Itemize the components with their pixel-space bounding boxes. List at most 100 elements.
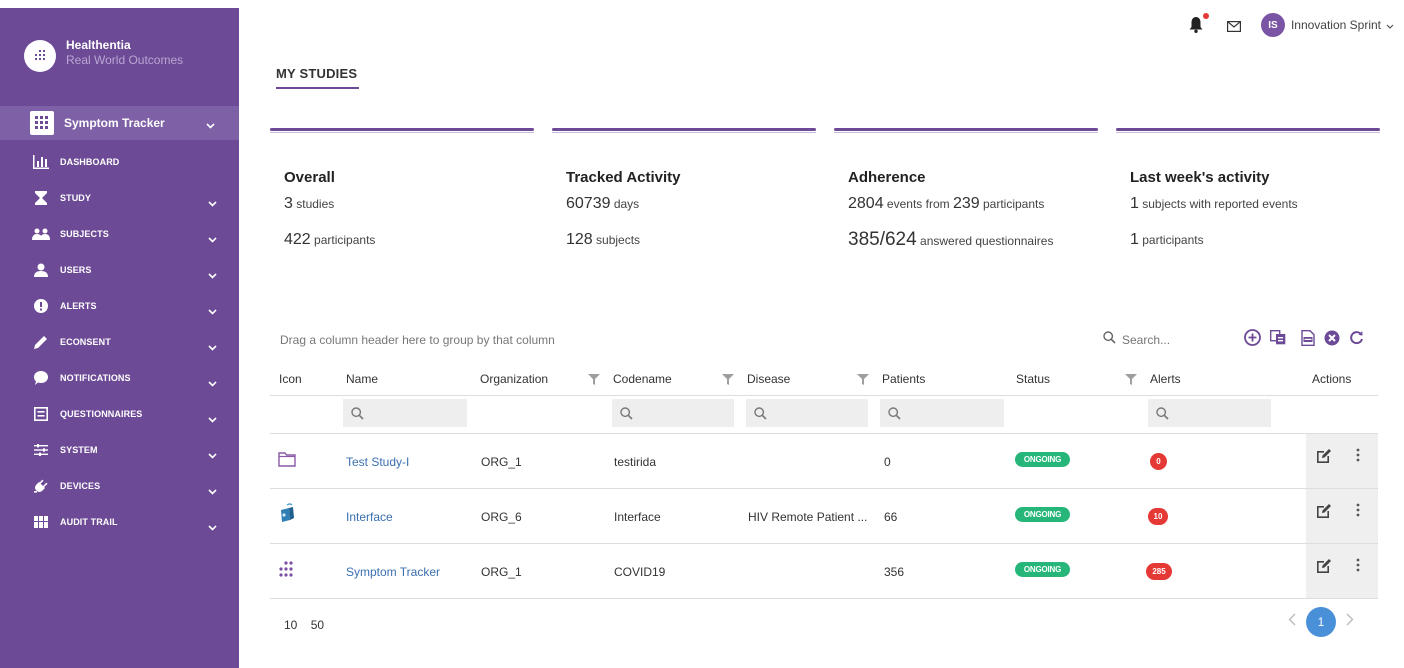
grid-icon <box>32 513 50 531</box>
symptom-tracker-icon <box>278 560 296 583</box>
stat-unit: days <box>610 197 640 211</box>
more-vertical-icon[interactable] <box>1356 503 1360 522</box>
user-menu-name[interactable]: Innovation Sprint <box>1291 18 1381 32</box>
more-vertical-icon[interactable] <box>1356 558 1360 577</box>
row-actions <box>1306 544 1378 598</box>
sidebar: Healthentia Real World Outcomes Symptom … <box>0 8 239 668</box>
codename-filter-input[interactable] <box>612 399 734 427</box>
column-header-patients[interactable]: Patients <box>882 372 925 386</box>
stat-card-overall: Overall 3 studies 422 participants <box>270 128 534 250</box>
column-chooser-icon[interactable] <box>1270 330 1286 345</box>
group-icon <box>32 225 50 243</box>
chevron-down-icon <box>208 410 217 428</box>
sidebar-item-notifications[interactable]: NOTIFICATIONS <box>0 360 239 396</box>
stat-value: 239 <box>952 195 980 212</box>
sliders-icon <box>32 441 50 459</box>
filter-icon[interactable] <box>722 372 734 390</box>
sidebar-item-label: ALERTS <box>60 301 97 311</box>
grid-search[interactable] <box>1103 331 1202 349</box>
edit-icon[interactable] <box>1316 448 1332 469</box>
chevron-down-icon <box>208 230 217 248</box>
stat-title: Adherence <box>848 169 926 186</box>
chevron-down-icon <box>208 482 217 500</box>
stat-card-tracked-activity: Tracked Activity 60739 days 128 subjects <box>552 128 816 250</box>
chat-bubble-icon <box>32 369 50 387</box>
chevron-down-icon[interactable] <box>1386 16 1394 34</box>
column-header-icon[interactable]: Icon <box>279 372 302 386</box>
table-row[interactable]: Symptom Tracker ORG_1 COVID19 356 ONGOIN… <box>270 544 1378 599</box>
chevron-down-icon <box>208 446 217 464</box>
sidebar-item-questionnaires[interactable]: QUESTIONNAIRES <box>0 396 239 432</box>
page-size-option[interactable]: 10 <box>284 618 297 632</box>
add-circle-icon[interactable] <box>1244 329 1261 346</box>
chevron-down-icon <box>208 518 217 536</box>
study-name-link[interactable]: Symptom Tracker <box>346 565 440 579</box>
column-header-name[interactable]: Name <box>346 372 378 386</box>
search-icon <box>754 406 767 420</box>
stat-value: 2804 <box>848 195 884 212</box>
column-header-disease[interactable]: Disease <box>747 372 790 386</box>
notification-bell-icon[interactable] <box>1189 13 1209 34</box>
search-icon <box>1103 331 1116 349</box>
top-bar: IS Innovation Sprint <box>1189 10 1394 40</box>
codename-cell: testirida <box>614 455 657 469</box>
sidebar-item-label: ECONSENT <box>60 337 111 347</box>
healthentia-logo-icon <box>24 40 56 72</box>
disease-filter-input[interactable] <box>746 399 868 427</box>
pagination: 1 <box>1288 607 1354 637</box>
stat-value: 60739 <box>566 195 611 212</box>
sidebar-item-system[interactable]: SYSTEM <box>0 432 239 468</box>
column-header-alerts[interactable]: Alerts <box>1150 372 1181 386</box>
stat-value: 128 <box>566 231 593 248</box>
chevron-down-icon <box>208 194 217 212</box>
table-row[interactable]: Interface ORG_6 Interface HIV Remote Pat… <box>270 489 1378 544</box>
stat-line: 3 studies <box>284 194 534 214</box>
refresh-icon[interactable] <box>1349 330 1364 345</box>
brand[interactable]: Healthentia Real World Outcomes <box>24 38 183 72</box>
avatar[interactable]: IS <box>1260 13 1285 37</box>
group-panel-hint[interactable]: Drag a column header here to group by th… <box>280 333 555 347</box>
column-header-codename[interactable]: Codename <box>613 372 672 386</box>
more-vertical-icon[interactable] <box>1356 448 1360 467</box>
stat-value: 3 <box>284 195 293 212</box>
study-name-link[interactable]: Test Study-I <box>346 455 409 469</box>
app-selector[interactable]: Symptom Tracker <box>0 106 239 140</box>
page-title-underline <box>276 87 359 89</box>
alerts-filter-input[interactable] <box>1148 399 1271 427</box>
edit-icon[interactable] <box>1316 503 1332 524</box>
sidebar-item-devices[interactable]: DEVICES <box>0 468 239 504</box>
edit-icon[interactable] <box>1316 558 1332 579</box>
search-input[interactable] <box>1122 333 1202 347</box>
sidebar-item-study[interactable]: STUDY <box>0 180 239 216</box>
clear-filter-icon[interactable] <box>1324 330 1340 346</box>
notification-dot <box>1202 13 1209 19</box>
column-header-status[interactable]: Status <box>1016 372 1050 386</box>
table-row[interactable]: Test Study-I ORG_1 testirida 0 ONGOING 0 <box>270 434 1378 489</box>
export-xls-icon[interactable] <box>1301 329 1315 346</box>
sidebar-item-alerts[interactable]: ALERTS <box>0 288 239 324</box>
sidebar-item-econsent[interactable]: ECONSENT <box>0 324 239 360</box>
stat-line: 60739 days <box>566 194 816 214</box>
codename-cell: Interface <box>614 510 661 524</box>
page-button-current[interactable]: 1 <box>1306 607 1336 637</box>
organization-cell: ORG_6 <box>481 510 522 524</box>
sidebar-item-subjects[interactable]: SUBJECTS <box>0 216 239 252</box>
row-actions <box>1306 434 1378 488</box>
mail-icon[interactable] <box>1226 19 1241 33</box>
page-size-option[interactable]: 50 <box>311 618 324 632</box>
column-header-organization[interactable]: Organization <box>480 372 548 386</box>
patients-filter-input[interactable] <box>880 399 1004 427</box>
filter-icon[interactable] <box>588 372 600 390</box>
filter-icon[interactable] <box>857 372 869 390</box>
chevron-right-icon[interactable] <box>1346 613 1354 631</box>
chevron-left-icon[interactable] <box>1288 613 1296 631</box>
filter-icon[interactable] <box>1125 372 1137 390</box>
sidebar-item-dashboard[interactable]: DASHBOARD <box>0 144 239 180</box>
sidebar-nav: DASHBOARD STUDY SUBJECTS USERS ALERTS EC… <box>0 144 239 540</box>
sidebar-item-users[interactable]: USERS <box>0 252 239 288</box>
sidebar-item-audit-trail[interactable]: AUDIT TRAIL <box>0 504 239 540</box>
alert-count-badge: 285 <box>1146 563 1172 580</box>
status-badge: ONGOING <box>1015 452 1070 467</box>
study-name-link[interactable]: Interface <box>346 510 393 524</box>
name-filter-input[interactable] <box>343 399 467 427</box>
